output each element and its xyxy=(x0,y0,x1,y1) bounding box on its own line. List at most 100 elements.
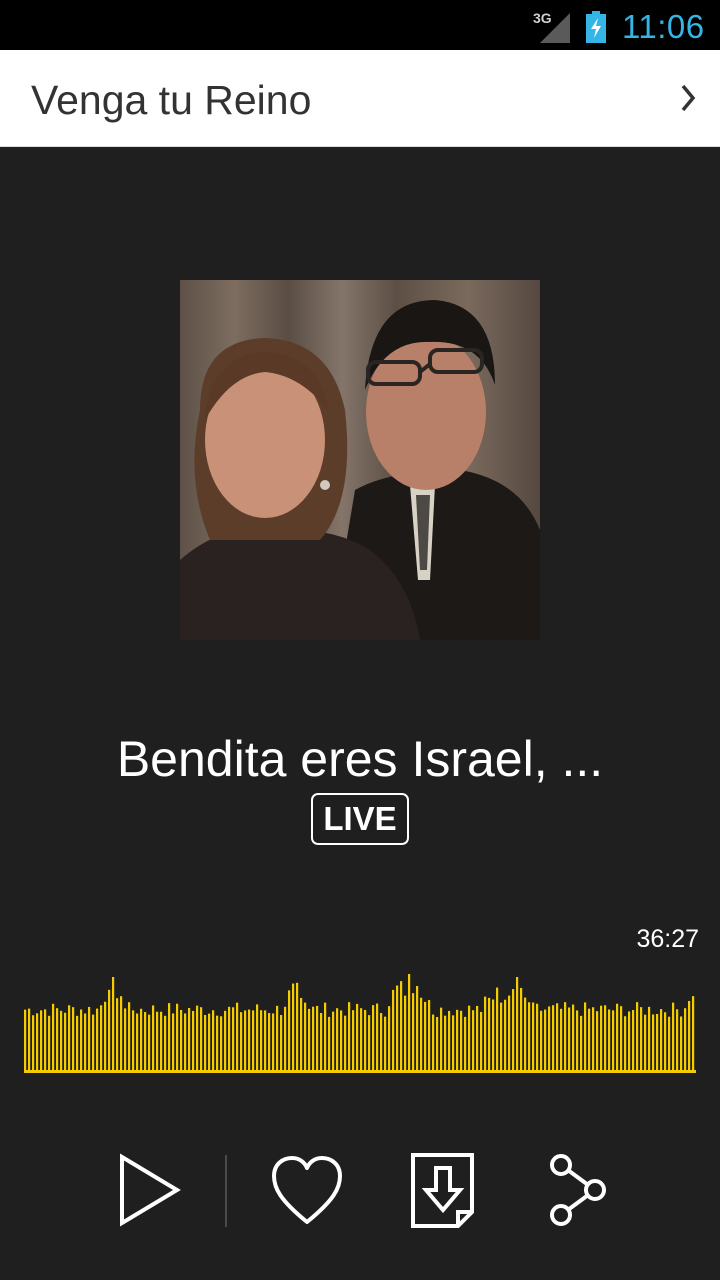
waveform-bar xyxy=(676,1009,679,1072)
waveform-bar xyxy=(376,1003,379,1072)
waveform-bar xyxy=(536,1003,539,1072)
waveform-bar xyxy=(148,1014,151,1072)
waveform-bar xyxy=(548,1006,551,1072)
waveform-bar xyxy=(456,1009,459,1072)
waveform-bar xyxy=(340,1010,343,1072)
waveform-bar xyxy=(516,977,519,1072)
signal-icon xyxy=(540,13,570,43)
waveform-bar xyxy=(504,999,507,1072)
waveform-bar xyxy=(32,1015,35,1072)
controls-divider xyxy=(225,1155,227,1227)
chevron-right-icon[interactable] xyxy=(676,80,700,116)
waveform-bar xyxy=(592,1007,595,1072)
download-icon[interactable] xyxy=(408,1150,478,1230)
waveform-bar xyxy=(412,993,415,1072)
waveform-bar xyxy=(216,1015,219,1072)
waveform-bar xyxy=(240,1012,243,1072)
waveform-bar xyxy=(280,1015,283,1072)
waveform-bar xyxy=(364,1009,367,1072)
waveform-bar xyxy=(316,1005,319,1072)
waveform-bar xyxy=(296,982,299,1072)
app-bar: Venga tu Reino xyxy=(0,50,720,147)
waveform-bar xyxy=(648,1006,651,1072)
waveform-bar xyxy=(496,987,499,1072)
share-icon[interactable] xyxy=(543,1150,613,1230)
waveform-bar xyxy=(644,1014,647,1072)
waveform-bar xyxy=(324,1002,327,1072)
waveform-bar xyxy=(632,1010,635,1072)
waveform-bar xyxy=(208,1013,211,1072)
waveform-bar xyxy=(368,1015,371,1072)
waveform-bar xyxy=(404,995,407,1072)
waveform-bar xyxy=(476,1005,479,1072)
waveform-bar xyxy=(628,1011,631,1072)
waveform-bar xyxy=(96,1008,99,1072)
waveform-bar xyxy=(228,1006,231,1072)
waveform-bar xyxy=(344,1015,347,1072)
waveform-bar xyxy=(136,1013,139,1072)
waveform-bar xyxy=(64,1012,67,1072)
waveform-bar xyxy=(124,1008,127,1072)
waveform-bar xyxy=(164,1015,167,1072)
waveform-bar xyxy=(636,1002,639,1072)
waveform-bar xyxy=(108,989,111,1072)
waveform-bar xyxy=(528,1002,531,1072)
waveform-bar xyxy=(640,1007,643,1072)
waveform-bar xyxy=(348,1002,351,1072)
waveform-bar xyxy=(472,1010,475,1072)
waveform-bar xyxy=(400,981,403,1072)
waveform-bar xyxy=(48,1015,51,1072)
waveform-baseline xyxy=(24,1070,696,1073)
waveform-bar xyxy=(220,1016,223,1072)
waveform-bar xyxy=(52,1003,55,1072)
waveform-bar xyxy=(604,1005,607,1072)
waveform-bar xyxy=(560,1008,563,1072)
waveform-bar xyxy=(300,997,303,1072)
waveform-bar xyxy=(144,1012,147,1072)
play-icon[interactable] xyxy=(115,1150,185,1230)
waveform-bar xyxy=(336,1008,339,1072)
heart-icon[interactable] xyxy=(270,1150,344,1230)
waveform-bar xyxy=(460,1010,463,1072)
waveform-bar xyxy=(416,986,419,1072)
waveform-seekbar[interactable] xyxy=(24,960,696,1074)
live-badge: LIVE xyxy=(311,793,409,845)
track-title: Bendita eres Israel, ... xyxy=(116,731,604,787)
waveform-bar xyxy=(444,1015,447,1072)
waveform-bar xyxy=(608,1009,611,1072)
waveform-bar xyxy=(76,1015,79,1072)
waveform-bar xyxy=(684,1008,687,1072)
waveform-bar xyxy=(328,1016,331,1072)
waveform-bar xyxy=(312,1006,315,1072)
waveform-bar xyxy=(380,1013,383,1072)
waveform-bar xyxy=(524,997,527,1072)
waveform-bar xyxy=(352,1010,355,1072)
waveform-bar xyxy=(680,1016,683,1072)
waveform-bar xyxy=(492,999,495,1072)
waveform-bar xyxy=(652,1014,655,1072)
waveform-bar xyxy=(248,1009,251,1072)
waveform-bar xyxy=(44,1009,47,1072)
waveform-bar xyxy=(128,1002,131,1072)
waveform-bar xyxy=(672,1002,675,1072)
waveform-bar xyxy=(396,985,399,1072)
waveform-bar xyxy=(288,990,291,1072)
waveform-bar xyxy=(440,1007,443,1072)
waveform-bar xyxy=(28,1008,31,1072)
waveform-bar xyxy=(568,1007,571,1072)
waveform-bar xyxy=(180,1009,183,1072)
waveform-bar xyxy=(264,1010,267,1072)
waveform-bar xyxy=(196,1005,199,1072)
waveform-bar xyxy=(576,1010,579,1072)
waveform-bar xyxy=(192,1010,195,1072)
battery-charging-icon xyxy=(586,11,606,43)
waveform-bar xyxy=(252,1010,255,1072)
waveform-bar xyxy=(512,989,515,1072)
waveform-bar xyxy=(188,1007,191,1072)
waveform-bar xyxy=(80,1009,83,1072)
waveform-bar xyxy=(260,1010,263,1072)
waveform-bar xyxy=(140,1008,143,1072)
waveform-bar xyxy=(68,1005,71,1072)
waveform-bar xyxy=(256,1004,259,1072)
waveform-bar xyxy=(500,1002,503,1072)
